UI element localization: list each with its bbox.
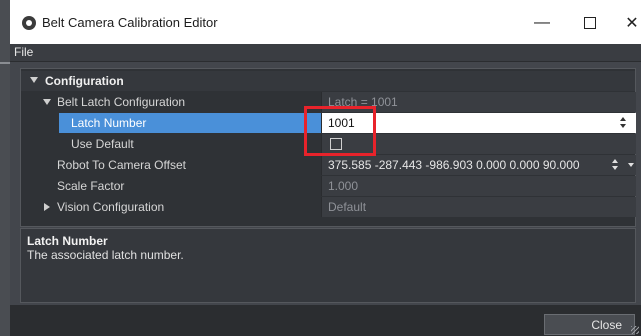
maximize-icon xyxy=(584,17,596,29)
value-text: 1.000 xyxy=(328,179,359,193)
footer-bar: Close xyxy=(10,305,641,336)
row-scale-factor[interactable]: Scale Factor 1.000 xyxy=(21,176,636,196)
parent-window-edge xyxy=(0,0,10,336)
property-name: Use Default xyxy=(21,134,321,154)
menu-bar: File xyxy=(10,44,641,62)
collapse-arrow-icon[interactable] xyxy=(30,77,38,83)
category-label: Configuration xyxy=(45,74,124,88)
property-name-selected: Latch Number xyxy=(21,113,321,133)
property-label: Scale Factor xyxy=(57,179,125,193)
highlight-box xyxy=(304,106,376,156)
indent-spacer xyxy=(21,113,59,133)
resize-grip-icon[interactable] xyxy=(631,326,639,334)
row-vision-configuration[interactable]: Vision Configuration Default xyxy=(21,197,636,217)
value-text: Default xyxy=(328,200,367,214)
property-label: Vision Configuration xyxy=(57,200,165,214)
minimize-button[interactable]: — xyxy=(520,8,564,38)
menu-file[interactable]: File xyxy=(14,45,33,59)
chevron-down-icon[interactable] xyxy=(628,163,634,167)
property-value: Default xyxy=(321,197,636,217)
spinner-icon[interactable] xyxy=(620,116,628,130)
property-label: Robot To Camera Offset xyxy=(57,158,186,172)
property-name: Belt Latch Configuration xyxy=(21,92,321,112)
spinner-icon[interactable] xyxy=(612,158,620,172)
close-button[interactable]: Close xyxy=(544,314,635,335)
property-value: 1.000 xyxy=(321,176,636,196)
property-name: Vision Configuration xyxy=(21,197,321,217)
property-label: Latch Number xyxy=(71,116,147,130)
maximize-button[interactable] xyxy=(568,8,612,38)
record-icon xyxy=(22,16,36,30)
property-label: Belt Latch Configuration xyxy=(57,95,186,109)
category-configuration[interactable]: Configuration xyxy=(21,71,635,91)
description-text: The associated latch number. xyxy=(27,248,184,262)
window-title: Belt Camera Calibration Editor xyxy=(42,15,218,30)
property-name: Robot To Camera Offset xyxy=(21,155,321,175)
editor-window: Belt Camera Calibration Editor — ✕ File … xyxy=(10,0,641,336)
collapse-arrow-icon[interactable] xyxy=(43,99,51,105)
expand-arrow-icon[interactable] xyxy=(44,203,50,211)
description-pane: Latch Number The associated latch number… xyxy=(20,228,636,303)
edge-tick xyxy=(0,62,10,64)
row-robot-to-camera-offset[interactable]: Robot To Camera Offset 375.585 -287.443 … xyxy=(21,155,636,175)
close-window-button[interactable]: ✕ xyxy=(610,8,641,38)
property-label: Use Default xyxy=(71,137,134,151)
description-title: Latch Number xyxy=(27,234,108,248)
close-label: Close xyxy=(591,318,622,332)
property-name: Scale Factor xyxy=(21,176,321,196)
value-text: 375.585 -287.443 -986.903 0.000 0.000 90… xyxy=(328,158,580,172)
property-value[interactable]: 375.585 -287.443 -986.903 0.000 0.000 90… xyxy=(321,155,636,175)
title-bar: Belt Camera Calibration Editor — ✕ xyxy=(10,0,641,44)
